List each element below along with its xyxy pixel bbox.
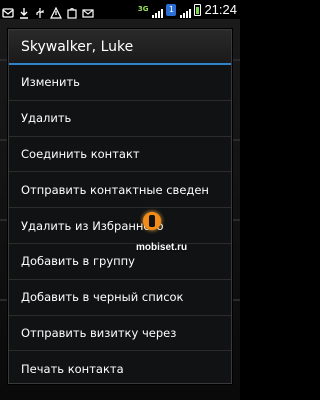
watermark-text: mobiset.ru bbox=[136, 242, 188, 253]
clock: 21:24 bbox=[204, 2, 237, 17]
battery-icon bbox=[194, 3, 202, 16]
dialog-title: Skywalker, Luke bbox=[9, 30, 231, 65]
notification-count-badge: 1 bbox=[166, 3, 177, 16]
status-bar: 3G 1 21:24 bbox=[0, 0, 240, 19]
menu-item-add-to-blacklist[interactable]: Добавить в черный список bbox=[9, 280, 231, 316]
mail-icon bbox=[82, 4, 94, 18]
menu-item-join-contact[interactable]: Соединить контакт bbox=[9, 137, 231, 173]
contact-options-menu: Изменить Удалить Соединить контакт Отпра… bbox=[9, 65, 231, 387]
menu-item-send-namecard[interactable]: Отправить визитку через bbox=[9, 316, 231, 352]
market-icon bbox=[66, 4, 78, 19]
sms-icon bbox=[2, 4, 14, 18]
watermark-logo-icon bbox=[143, 212, 161, 230]
notification-icons bbox=[0, 4, 94, 19]
signal-icon bbox=[151, 4, 164, 18]
network-type: 3G bbox=[137, 5, 149, 13]
menu-item-edit[interactable]: Изменить bbox=[9, 65, 231, 101]
menu-item-remove-from-favorites[interactable]: Удалить из Избранного bbox=[9, 208, 231, 244]
status-right: 3G 1 21:24 bbox=[137, 2, 240, 18]
usb-icon bbox=[34, 4, 46, 18]
alert-icon bbox=[50, 4, 62, 19]
signal-bars-icon bbox=[179, 4, 192, 18]
download-icon bbox=[18, 4, 30, 19]
contact-options-dialog: Skywalker, Luke Изменить Удалить Соедини… bbox=[8, 29, 232, 384]
menu-item-print-contact[interactable]: Печать контакта bbox=[9, 351, 231, 387]
menu-item-send-contact-info[interactable]: Отправить контактные сведен bbox=[9, 172, 231, 209]
menu-item-add-to-group[interactable]: Добавить в группу bbox=[9, 244, 231, 280]
menu-item-delete[interactable]: Удалить bbox=[9, 101, 231, 137]
